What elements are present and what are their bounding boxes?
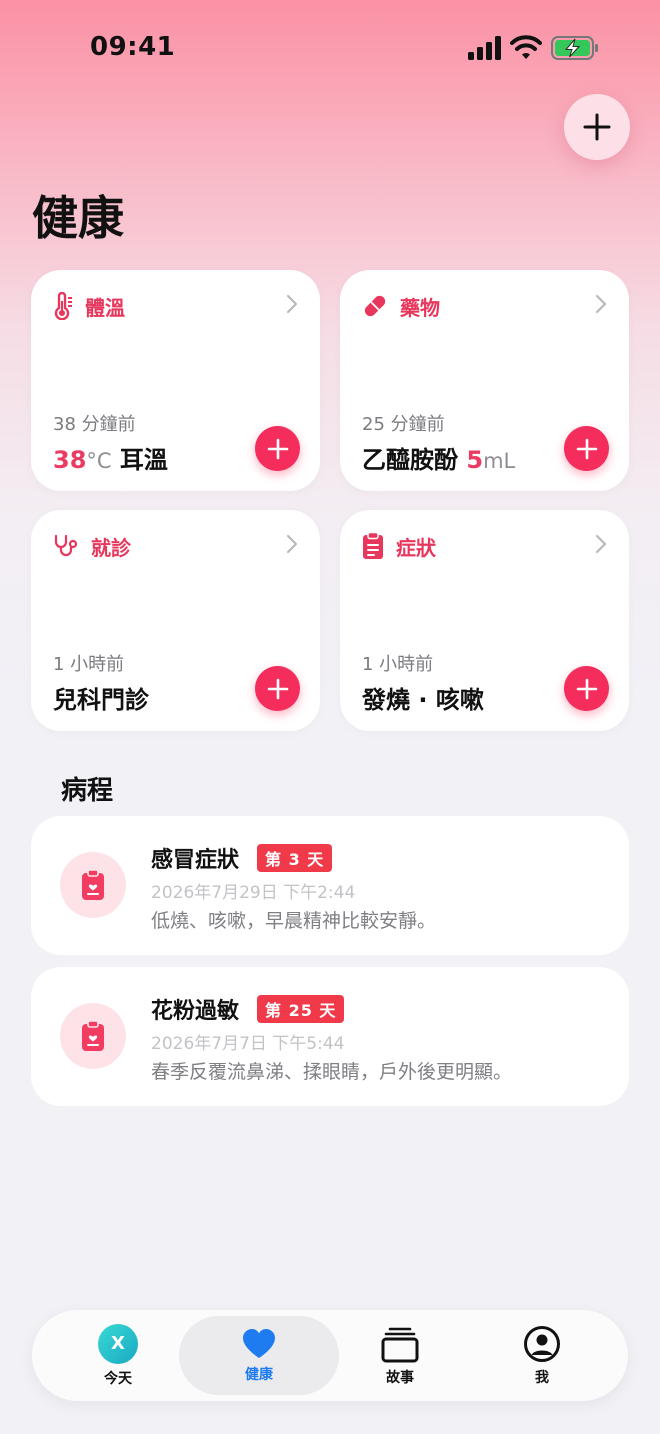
add-record-button[interactable] bbox=[564, 94, 630, 160]
card-label: 就診 bbox=[91, 535, 131, 560]
card-label: 藥物 bbox=[400, 295, 440, 320]
card-time-ago: 25 分鐘前 bbox=[362, 414, 445, 435]
tab-me[interactable]: 我 bbox=[468, 1310, 616, 1401]
temperature-card[interactable]: 體溫 38 分鐘前 38°C 耳溫 bbox=[31, 270, 320, 491]
card-time-ago: 38 分鐘前 bbox=[53, 414, 136, 435]
clipboard-heart-icon bbox=[82, 869, 104, 900]
tab-label: 我 bbox=[535, 1369, 549, 1386]
tab-health[interactable]: 健康 bbox=[179, 1316, 339, 1395]
illness-course-item[interactable]: 感冒症狀 第 3 天 2026年7月29日 下午2:44 低燒、咳嗽，早晨精神比… bbox=[31, 816, 629, 955]
page-title: 健康 bbox=[32, 191, 124, 245]
card-value: 發燒 · 咳嗽 bbox=[362, 686, 484, 714]
course-title: 感冒症狀 bbox=[151, 848, 240, 873]
section-title: 病程 bbox=[61, 776, 114, 806]
chevron-right-icon bbox=[286, 534, 298, 554]
chevron-right-icon bbox=[286, 294, 298, 314]
card-value: 乙醯胺酚 5mL bbox=[362, 440, 515, 475]
add-temperature-button[interactable] bbox=[255, 426, 300, 471]
card-value: 38°C 耳溫 bbox=[53, 440, 168, 475]
tab-label: 健康 bbox=[245, 1366, 273, 1383]
day-count-badge: 第 3 天 bbox=[257, 844, 333, 872]
course-description: 低燒、咳嗽，早晨精神比較安靜。 bbox=[151, 910, 437, 932]
course-icon bbox=[60, 1003, 126, 1069]
illness-course-item[interactable]: 花粉過敏 第 25 天 2026年7月7日 下午5:44 春季反覆流鼻涕、揉眼睛… bbox=[31, 967, 629, 1106]
tab-today[interactable]: X 今天 bbox=[44, 1310, 192, 1401]
chevron-right-icon bbox=[595, 534, 607, 554]
course-description: 春季反覆流鼻涕、揉眼睛，戶外後更明顯。 bbox=[151, 1061, 513, 1083]
plus-icon bbox=[576, 438, 597, 459]
temperature-value: 38 bbox=[53, 446, 87, 474]
card-label: 症狀 bbox=[396, 535, 436, 560]
temperature-unit: °C bbox=[86, 449, 112, 473]
course-date: 2026年7月29日 下午2:44 bbox=[151, 883, 356, 903]
heart-icon bbox=[243, 1328, 275, 1358]
clipboard-heart-icon bbox=[82, 1020, 104, 1051]
wifi-icon bbox=[510, 35, 542, 59]
thermometer-icon bbox=[54, 292, 72, 320]
card-value: 兒科門診 bbox=[53, 686, 149, 714]
battery-charging-icon bbox=[551, 36, 598, 60]
symptom-card[interactable]: 症狀 1 小時前 發燒 · 咳嗽 bbox=[340, 510, 629, 731]
clipboard-icon bbox=[363, 532, 383, 559]
plus-icon bbox=[583, 113, 611, 141]
tab-label: 今天 bbox=[104, 1370, 132, 1387]
card-time-ago: 1 小時前 bbox=[53, 654, 125, 675]
person-circle-icon bbox=[524, 1325, 560, 1362]
add-medication-button[interactable] bbox=[564, 426, 609, 471]
plus-icon bbox=[267, 438, 288, 459]
course-icon bbox=[60, 852, 126, 918]
medication-name: 乙醯胺酚 bbox=[362, 446, 467, 474]
status-time: 09:41 bbox=[90, 32, 176, 62]
plus-icon bbox=[267, 678, 288, 699]
tab-bar: X 今天 健康 故事 我 bbox=[32, 1310, 628, 1401]
course-title: 花粉過敏 bbox=[151, 999, 240, 1024]
course-date: 2026年7月7日 下午5:44 bbox=[151, 1034, 345, 1054]
today-avatar: X bbox=[98, 1323, 138, 1364]
tab-label: 故事 bbox=[386, 1369, 414, 1386]
visit-card[interactable]: 就診 1 小時前 兒科門診 bbox=[31, 510, 320, 731]
card-label: 體溫 bbox=[85, 295, 125, 320]
chevron-right-icon bbox=[595, 294, 607, 314]
stack-icon bbox=[381, 1327, 419, 1362]
add-symptom-button[interactable] bbox=[564, 666, 609, 711]
medication-card[interactable]: 藥物 25 分鐘前 乙醯胺酚 5mL bbox=[340, 270, 629, 491]
cellular-signal-icon bbox=[468, 36, 501, 60]
day-count-badge: 第 25 天 bbox=[257, 995, 345, 1023]
plus-icon bbox=[576, 678, 597, 699]
card-time-ago: 1 小時前 bbox=[362, 654, 434, 675]
add-visit-button[interactable] bbox=[255, 666, 300, 711]
pill-icon bbox=[364, 295, 386, 317]
medication-unit: mL bbox=[483, 449, 516, 473]
temperature-method: 耳溫 bbox=[111, 446, 168, 474]
medication-dose: 5 bbox=[466, 446, 484, 474]
tab-story[interactable]: 故事 bbox=[326, 1310, 474, 1401]
stethoscope-icon bbox=[54, 534, 78, 557]
